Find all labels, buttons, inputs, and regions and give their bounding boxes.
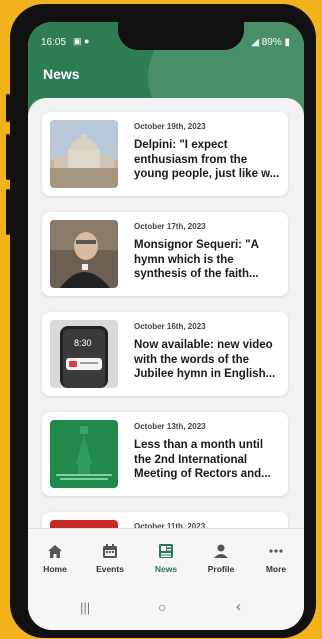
camera-notch	[118, 22, 244, 50]
news-list[interactable]: October 19th, 2023 Delpini: "I expect en…	[28, 98, 304, 568]
back-icon[interactable]: ‹	[236, 598, 241, 615]
signal-icon: ◢	[251, 37, 262, 48]
news-thumbnail	[50, 120, 118, 188]
tab-label: Home	[43, 564, 67, 574]
more-icon	[269, 549, 283, 553]
news-card[interactable]: October 19th, 2023 Delpini: "I expect en…	[42, 112, 288, 196]
tab-home[interactable]: Home	[30, 543, 80, 574]
status-right: ◢ 89% ▮	[251, 37, 290, 48]
tab-events[interactable]: Events	[85, 543, 135, 574]
tab-label: Profile	[207, 564, 235, 574]
battery-level: 89%	[261, 37, 282, 48]
status-time: 16:05	[41, 37, 67, 48]
recent-apps-icon[interactable]: |||	[80, 600, 90, 615]
bottom-tab-bar: Home Events News Profile More	[28, 528, 304, 591]
home-button-icon[interactable]: ○	[158, 599, 166, 615]
system-navigation-bar: ||| ○ ‹	[28, 590, 304, 630]
news-title: Delpini: "I expect enthusiasm from the y…	[134, 139, 280, 180]
news-card[interactable]: 8:30 October 16th, 2023 Now available: n…	[42, 312, 288, 396]
news-thumbnail: 8:30	[50, 320, 118, 388]
news-date: October 13th, 2023	[134, 422, 206, 431]
page-title: News	[43, 66, 80, 82]
phone-side-button	[6, 134, 10, 180]
news-date: October 16th, 2023	[134, 322, 206, 331]
news-thumbnail	[50, 220, 118, 288]
notification-icons: ▣ ●	[73, 36, 90, 46]
app-screen: 16:05 ▣ ● ◢ 89% ▮ News October 19th, 202…	[28, 22, 304, 630]
calendar-icon	[103, 544, 117, 558]
tab-label: More	[265, 564, 287, 574]
phone-side-button	[6, 189, 10, 235]
tab-news[interactable]: News	[141, 543, 191, 574]
news-date: October 19th, 2023	[134, 122, 206, 131]
tab-label: Events	[96, 564, 124, 574]
home-icon	[48, 545, 62, 558]
tab-label: News	[154, 564, 178, 574]
phone-side-button	[6, 94, 10, 122]
news-title: Less than a month until the 2nd Internat…	[134, 439, 271, 480]
news-thumbnail	[50, 420, 118, 488]
news-icon	[159, 544, 173, 558]
battery-icon: ▮	[281, 37, 290, 48]
news-title: Monsignor Sequeri: "A hymn which is the …	[134, 239, 259, 280]
news-title: Now available: new video with the words …	[134, 339, 276, 380]
tab-profile[interactable]: Profile	[196, 543, 246, 574]
tab-more[interactable]: More	[251, 543, 301, 574]
video-time: 8:30	[74, 338, 92, 348]
profile-icon	[214, 544, 228, 558]
news-date: October 17th, 2023	[134, 222, 206, 231]
news-card[interactable]: October 17th, 2023 Monsignor Sequeri: "A…	[42, 212, 288, 296]
news-card[interactable]: October 13th, 2023 Less than a month unt…	[42, 412, 288, 496]
